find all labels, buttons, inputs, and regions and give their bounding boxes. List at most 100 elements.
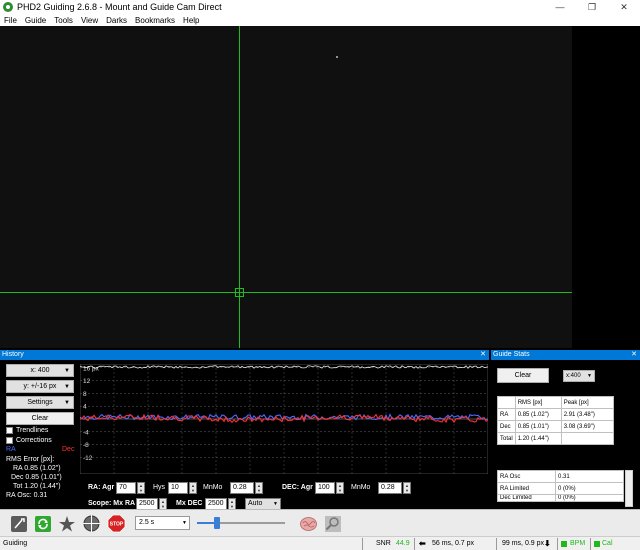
table-row: RA Osc 0.31 (497, 470, 624, 483)
trendlines-label: Trendlines (16, 427, 49, 434)
ra-agr-input[interactable]: 70 (116, 482, 136, 494)
close-button[interactable]: ✕ (608, 0, 640, 14)
magnifier-icon (324, 515, 341, 532)
camera-view-margin (572, 26, 640, 348)
cal-label: Cal (602, 540, 613, 547)
brain-button[interactable] (298, 513, 319, 534)
guide-stats-table: RMS [px] Peak [px] RA 0.85 (1.02") 2.91 … (497, 396, 614, 445)
table-row: RA Limited 0 (0%) (497, 482, 624, 495)
dec-agr-spinner[interactable]: ▲ ▼ (336, 482, 344, 494)
dec-mnmo-input[interactable]: 0.28 (378, 482, 402, 494)
arrow-left-icon: ⬅ (419, 539, 426, 548)
window-title: PHD2 Guiding 2.6.8 - Mount and Guide Cam… (17, 2, 222, 12)
camera-view[interactable] (0, 26, 572, 348)
menu-view[interactable]: View (81, 16, 98, 25)
guide-stats-scrollbar[interactable] (625, 470, 633, 507)
x-scale-button[interactable]: x: 400 ▼ (6, 364, 74, 377)
ra-mnmo-input[interactable]: 0.28 (230, 482, 254, 494)
snr-value: 44.9 (396, 540, 410, 547)
x-scale-label: x: 400 (30, 367, 50, 374)
table-cell: RA Osc (497, 470, 556, 483)
brain-icon (300, 516, 317, 531)
status-divider (362, 538, 363, 550)
ra-mnmo-label: MnMo (203, 484, 223, 491)
menu-help[interactable]: Help (183, 16, 199, 25)
exposure-select[interactable]: 2.5 s ▼ (135, 516, 190, 530)
status-bar: Guiding SNR 44.9 ⬅ 56 ms, 0.7 px 99 ms, … (0, 536, 640, 550)
chevron-down-icon: ▼ (64, 367, 70, 374)
dec-pulse: 99 ms, 0.9 px (502, 540, 545, 547)
corrections-checkbox[interactable]: Corrections (6, 437, 52, 444)
guide-stats-close-button[interactable]: ✕ (631, 350, 637, 360)
legend-dec: Dec (62, 446, 75, 453)
dec-mnmo-spinner[interactable]: ▲ ▼ (403, 482, 411, 494)
y-tick-label: 4 (83, 404, 87, 411)
clear-label: Clear (514, 372, 532, 379)
history-body: x: 400 ▼ y: +/-16 px ▼ Settings ▼ Clear … (0, 360, 489, 510)
menu-guide[interactable]: Guide (25, 16, 46, 25)
loop-button[interactable] (32, 513, 53, 534)
table-cell: 0 (0%) (555, 482, 624, 495)
menu-tools[interactable]: Tools (54, 16, 73, 25)
table-cell: 3.08 (3.69") (560, 420, 614, 433)
table-header: Peak [px] (560, 396, 614, 409)
x-scale-value: x:400 (566, 373, 581, 379)
table-cell: RA Limited (497, 482, 556, 495)
table-header-row: RMS [px] Peak [px] (497, 396, 614, 409)
rms-error-label: RMS Error [px]: (6, 456, 55, 463)
guide-stats-table-2: RA Osc 0.31 RA Limited 0 (0%) Dec Limite… (497, 470, 624, 502)
scope-mx-ra-label: Scope: Mx RA (88, 500, 136, 507)
history-close-button[interactable]: ✕ (480, 350, 486, 360)
legend-ra: RA (6, 446, 16, 453)
guide-star-box (235, 288, 244, 297)
chevron-down-icon: ▼ (273, 501, 278, 507)
hys-spinner[interactable]: ▲ ▼ (189, 482, 197, 494)
mx-dec-label: Mx DEC (176, 500, 203, 507)
history-panel: History ✕ x: 400 ▼ y: +/-16 px ▼ Setting… (0, 350, 489, 510)
title-bar: PHD2 Guiding 2.6.8 - Mount and Guide Cam… (0, 0, 640, 14)
menu-bookmarks[interactable]: Bookmarks (135, 16, 175, 25)
guide-graph[interactable]: 16 px1284-4-8-12 (80, 364, 488, 474)
settings-label: Settings (27, 399, 53, 406)
guide-stats-x-scale[interactable]: x:400 ▼ (563, 370, 595, 382)
chevron-down-icon: ▼ (182, 520, 187, 526)
phd2-logo-icon (3, 2, 13, 12)
chevron-down-icon: ▼ (587, 373, 592, 379)
status-divider (590, 538, 591, 550)
star-profile-button[interactable] (322, 513, 343, 534)
toolbar: STOP 2.5 s ▼ (0, 509, 640, 536)
guide-button[interactable] (81, 513, 102, 534)
status-divider (557, 538, 558, 550)
menu-file[interactable]: File (4, 16, 17, 25)
hys-input[interactable]: 10 (168, 482, 188, 494)
ra-agr-spinner[interactable]: ▲ ▼ (137, 482, 145, 494)
clear-label: Clear (31, 415, 49, 422)
settings-button[interactable]: Settings ▼ (6, 396, 74, 409)
ra-mnmo-spinner[interactable]: ▲ ▼ (255, 482, 263, 494)
history-header: History ✕ (0, 350, 489, 360)
menu-darks[interactable]: Darks (106, 16, 127, 25)
maximize-button[interactable]: ❐ (576, 0, 608, 14)
use-camera-button[interactable] (8, 513, 29, 534)
table-cell: 2.91 (3.48") (560, 408, 614, 421)
ra-osc: RA Osc: 0.31 (6, 492, 48, 499)
table-cell: 0.85 (1.02") (514, 408, 562, 421)
y-scale-button[interactable]: y: +/-16 px ▼ (6, 380, 74, 393)
loop-icon (34, 515, 51, 532)
gamma-slider[interactable] (194, 516, 288, 530)
phd2-window: PHD2 Guiding 2.6.8 - Mount and Guide Cam… (0, 0, 640, 550)
table-cell: 0.85 (1.01") (514, 420, 562, 433)
exposure-value: 2.5 s (139, 519, 155, 526)
history-clear-button[interactable]: Clear (6, 412, 74, 425)
auto-select-star-button[interactable] (56, 513, 77, 534)
status-message: Guiding (3, 540, 28, 547)
slider-thumb[interactable] (214, 517, 220, 529)
minimize-button[interactable]: — (544, 0, 576, 14)
guide-stats-clear-button[interactable]: Clear (497, 368, 549, 383)
checkbox-box (6, 427, 13, 434)
dec-agr-input[interactable]: 100 (315, 482, 335, 494)
star (336, 56, 338, 58)
trendlines-checkbox[interactable]: Trendlines (6, 427, 48, 434)
table-cell: 0 (0%) (555, 494, 624, 502)
stop-button[interactable]: STOP (106, 513, 127, 534)
